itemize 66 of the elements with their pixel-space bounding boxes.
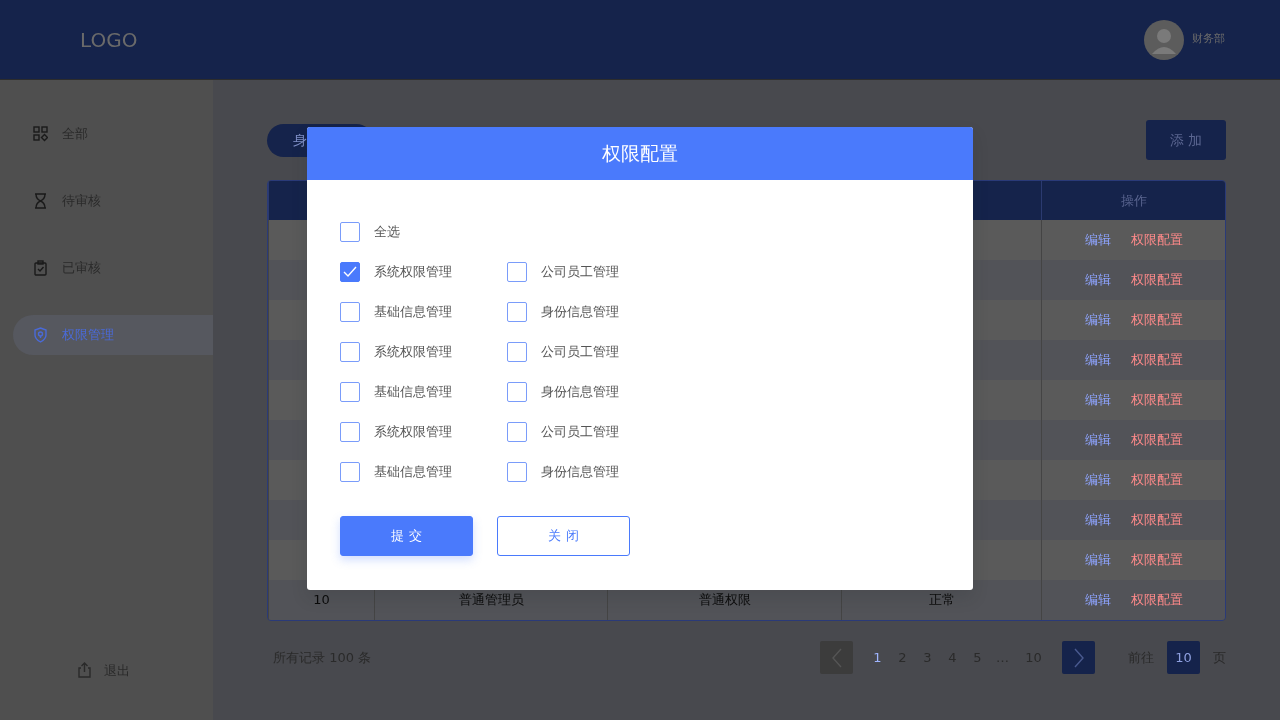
hourglass-icon	[33, 193, 48, 209]
checkbox[interactable]	[340, 342, 360, 362]
permission-link[interactable]: 权限配置	[1130, 272, 1183, 288]
checkbox-label: 公司员工管理	[541, 263, 619, 282]
share-icon	[77, 662, 92, 679]
add-button[interactable]: 添 加	[1146, 120, 1226, 160]
permission-link[interactable]: 权限配置	[1130, 312, 1183, 328]
checkbox-label: 身份信息管理	[541, 303, 619, 322]
permission-link[interactable]: 权限配置	[1130, 512, 1183, 528]
checkbox-label: 系统权限管理	[374, 423, 452, 442]
edit-link[interactable]: 编辑	[1084, 352, 1111, 368]
edit-link[interactable]: 编辑	[1084, 472, 1111, 488]
permission-link[interactable]: 权限配置	[1130, 392, 1183, 408]
checkbox-label: 身份信息管理	[541, 383, 619, 402]
dialog-button[interactable]: 提 交	[340, 516, 473, 556]
page-number[interactable]: …	[990, 647, 1015, 668]
next-page-button[interactable]	[1062, 641, 1095, 674]
edit-link[interactable]: 编辑	[1084, 232, 1111, 248]
grid-icon	[33, 126, 48, 142]
checkbox-label: 系统权限管理	[374, 263, 452, 282]
edit-link[interactable]: 编辑	[1084, 592, 1111, 608]
permission-link[interactable]: 权限配置	[1130, 472, 1183, 488]
checkbox-label: 全选	[374, 223, 400, 242]
permission-link[interactable]: 权限配置	[1130, 432, 1183, 448]
edit-link[interactable]: 编辑	[1084, 392, 1111, 408]
edit-link[interactable]: 编辑	[1084, 272, 1111, 288]
checkbox-label: 基础信息管理	[374, 463, 452, 482]
edit-link[interactable]: 编辑	[1084, 312, 1111, 328]
chevron-right-icon	[1072, 647, 1085, 668]
chevron-left-icon	[830, 647, 843, 668]
checkbox[interactable]	[507, 302, 527, 322]
checkbox-label: 系统权限管理	[374, 343, 452, 362]
page-input[interactable]: 10	[1167, 641, 1200, 674]
checkbox[interactable]	[507, 462, 527, 482]
checkbox-label: 身份信息管理	[541, 463, 619, 482]
department-label: 财务部	[1192, 31, 1225, 48]
checkbox[interactable]	[507, 422, 527, 442]
checkbox-label: 基础信息管理	[374, 303, 452, 322]
checkbox[interactable]	[507, 382, 527, 402]
page-number[interactable]: 1	[865, 647, 890, 668]
shield-icon	[33, 327, 48, 343]
checkbox[interactable]	[340, 382, 360, 402]
avatar[interactable]	[1144, 19, 1184, 60]
clipboard-check-icon	[33, 260, 48, 276]
checkbox[interactable]	[340, 462, 360, 482]
checkbox[interactable]	[340, 422, 360, 442]
dialog-title: 权限配置	[602, 141, 678, 167]
checkbox-label: 公司员工管理	[541, 343, 619, 362]
checkbox[interactable]	[340, 222, 360, 242]
edit-link[interactable]: 编辑	[1084, 432, 1111, 448]
checkbox[interactable]	[340, 302, 360, 322]
permission-link[interactable]: 权限配置	[1130, 352, 1183, 368]
checkbox-label: 公司员工管理	[541, 423, 619, 442]
edit-link[interactable]: 编辑	[1084, 512, 1111, 528]
checkbox-label: 基础信息管理	[374, 383, 452, 402]
checkmark-icon	[343, 266, 357, 278]
checkbox[interactable]	[340, 262, 360, 282]
column-header: 操作	[1041, 181, 1225, 220]
checkbox[interactable]	[507, 262, 527, 282]
dialog-button[interactable]: 关 闭	[497, 516, 630, 556]
logo: LOGO	[80, 26, 138, 54]
edit-link[interactable]: 编辑	[1084, 552, 1111, 568]
permission-link[interactable]: 权限配置	[1130, 592, 1183, 608]
permission-link[interactable]: 权限配置	[1130, 232, 1183, 248]
checkbox[interactable]	[507, 342, 527, 362]
permission-link[interactable]: 权限配置	[1130, 552, 1183, 568]
